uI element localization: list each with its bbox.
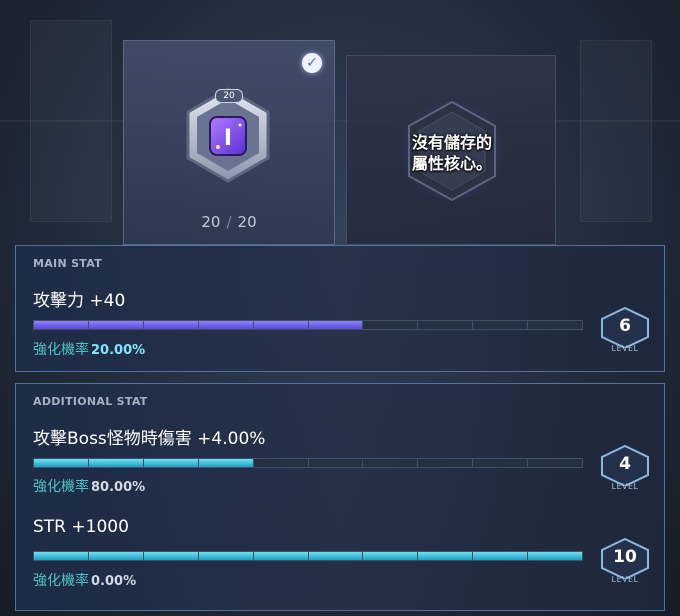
progress-segment-filled xyxy=(88,552,144,560)
progress-segment-filled xyxy=(473,552,529,560)
rate-value: 20.00% xyxy=(91,343,146,358)
progress-segment-filled xyxy=(253,321,309,329)
stored-core-slot[interactable]: 沒有儲存的 屬性核心。 xyxy=(346,55,556,245)
level-label: LEVEL xyxy=(611,482,639,491)
additional-stat-name: STR +1000 xyxy=(33,517,129,537)
progress-segment-empty xyxy=(309,459,364,467)
progress-segment-filled xyxy=(528,552,583,560)
progress-segment-empty xyxy=(418,321,474,329)
main-stat-progress-bar xyxy=(33,320,583,330)
progress-segment-filled xyxy=(198,459,254,467)
progress-segment-filled xyxy=(34,321,89,329)
progress-segment-empty xyxy=(528,459,582,467)
additional-stat-rate: 強化機率 80.00% xyxy=(33,476,145,496)
level-number: 4 xyxy=(619,454,631,474)
progress-segment-empty xyxy=(528,321,582,329)
main-stat-panel: MAIN STAT 攻擊力 +40 強化機率 20.00% 6 LEVEL xyxy=(15,245,665,372)
progress-segment-filled xyxy=(253,552,309,560)
progress-segment-filled xyxy=(88,459,144,467)
progress-segment-filled xyxy=(308,321,364,329)
main-stat-title: MAIN STAT xyxy=(33,257,103,270)
main-stat-rate: 強化機率 20.00% xyxy=(33,339,145,359)
core-count: 20 / 20 xyxy=(124,213,334,231)
additional-stat-rate: 強化機率 0.00% xyxy=(33,570,136,590)
level-number: 10 xyxy=(613,547,637,567)
level-number: 6 xyxy=(619,316,631,336)
emblem-glyph: I xyxy=(224,126,232,151)
progress-segment-filled xyxy=(143,552,199,560)
emblem-level-badge: 20 xyxy=(215,89,243,103)
rate-value: 80.00% xyxy=(91,480,146,495)
progress-segment-filled xyxy=(88,321,144,329)
progress-segment-filled xyxy=(418,552,474,560)
progress-segment-filled xyxy=(34,552,89,560)
rate-value: 0.00% xyxy=(91,574,137,589)
progress-segment-filled xyxy=(198,321,254,329)
progress-segment-empty xyxy=(473,321,529,329)
core-count-current: 20 xyxy=(201,213,221,231)
progress-segment-filled xyxy=(34,459,89,467)
additional-stat-title: ADDITIONAL STAT xyxy=(33,395,148,408)
progress-segment-filled xyxy=(143,321,199,329)
rate-label: 強化機率 xyxy=(33,573,89,589)
additional-stat-progress-bar xyxy=(33,551,583,561)
core-emblem-icon: I 20 xyxy=(182,85,274,185)
level-label: LEVEL xyxy=(611,344,639,353)
main-stat-name: 攻擊力 +40 xyxy=(33,291,126,311)
progress-segment-empty xyxy=(363,321,419,329)
progress-segment-filled xyxy=(143,459,199,467)
empty-slot-line2: 屬性核心。 xyxy=(411,154,492,173)
progress-segment-filled xyxy=(363,552,419,560)
main-stat-level-badge: 6 LEVEL xyxy=(598,306,652,366)
rate-label: 強化機率 xyxy=(33,479,89,495)
level-label: LEVEL xyxy=(611,575,639,584)
additional-stat-level-badge: 10 LEVEL xyxy=(598,537,652,597)
progress-segment-empty xyxy=(418,459,474,467)
additional-stat-progress-bar xyxy=(33,458,583,468)
rate-label: 強化機率 xyxy=(33,342,89,358)
check-circle-icon: ✓ xyxy=(302,53,322,73)
empty-slot-message: 沒有儲存的 屬性核心。 xyxy=(387,132,517,174)
additional-stat-panel: ADDITIONAL STAT 攻擊Boss怪物時傷害 +4.00% 強化機率 8… xyxy=(15,383,665,611)
progress-segment-empty xyxy=(473,459,529,467)
core-count-max: 20 xyxy=(237,213,257,231)
equipped-core-slot[interactable]: ✓ I 20 20 / 20 xyxy=(123,40,335,245)
empty-slot-line1: 沒有儲存的 xyxy=(411,133,492,152)
progress-segment-filled xyxy=(308,552,364,560)
progress-segment-filled xyxy=(198,552,254,560)
progress-segment-empty xyxy=(363,459,419,467)
progress-segment-empty xyxy=(254,459,309,467)
additional-stat-name: 攻擊Boss怪物時傷害 +4.00% xyxy=(33,429,266,449)
core-count-separator: / xyxy=(226,213,232,231)
additional-stat-level-badge: 4 LEVEL xyxy=(598,444,652,504)
